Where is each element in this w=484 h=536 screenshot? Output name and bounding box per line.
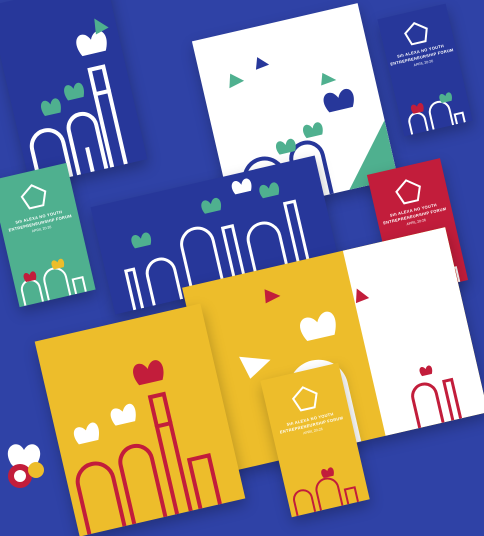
mosque-dome-icon xyxy=(293,467,360,517)
mosque-dome-icon xyxy=(408,92,466,135)
mosque-dome-icon xyxy=(20,258,87,306)
tulip-icon xyxy=(41,82,85,117)
navy-card-top-right: 5th ALEXA NO YOUTH ENTREPRENEURSHIP FORU… xyxy=(377,3,473,137)
mockup-scene: 5th ALEXA NO YOUTH ENTREPRENEURSHIP FORU… xyxy=(0,0,484,536)
navy-poster-left xyxy=(0,0,148,187)
brand-mark-icon xyxy=(7,444,44,488)
teal-card-left: 5th ALEXA NO YOUTH ENTREPRENEURSHIP FORU… xyxy=(0,162,96,308)
minaret-skyline-icon xyxy=(29,18,128,185)
